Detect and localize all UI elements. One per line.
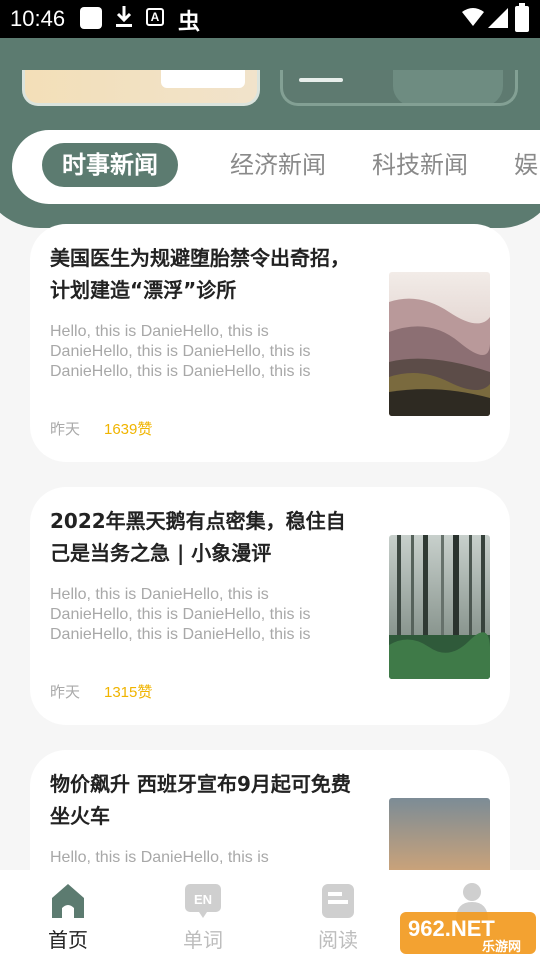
bug-icon: 虫 [178, 10, 201, 35]
nav-label: 单词 [183, 928, 223, 952]
nav-label: 阅读 [318, 928, 358, 952]
reading-icon [320, 882, 356, 920]
news-card[interactable]: 2022年黑天鹅有点密集，稳住自己是当务之急 | 小象漫评 Hello, thi… [30, 487, 510, 725]
news-date: 昨天 [50, 683, 81, 701]
signal-icon [488, 8, 508, 32]
status-bar: 10:46 A 虫 [0, 0, 540, 38]
news-excerpt: Hello, this is DanieHello, this is Danie… [50, 323, 311, 380]
download-icon [114, 4, 134, 34]
watermark-subtext: 乐游网 [482, 939, 521, 955]
nav-words[interactable]: EN 单词 [153, 870, 253, 960]
news-title: 物价飙升 西班牙宣布9月起可免费坐火车 [50, 772, 351, 828]
site-watermark: 962.NET 乐游网 [400, 910, 536, 956]
news-card[interactable]: 美国医生为规避堕胎禁令出奇招，计划建造“漂浮”诊所 Hello, this is… [30, 224, 510, 462]
news-likes: 1315赞 [104, 684, 153, 701]
tab-current-affairs[interactable]: 时事新闻 [42, 143, 178, 187]
home-icon [50, 882, 86, 920]
status-time: 10:46 [10, 6, 66, 31]
svg-text:EN: EN [194, 892, 212, 907]
en-word-icon: EN [185, 882, 221, 920]
watermark-text: 962.NET [408, 916, 495, 941]
notification-square-icon [80, 7, 102, 29]
news-thumbnail[interactable] [389, 535, 490, 679]
promo-banner-right[interactable] [280, 70, 518, 106]
nav-label: 首页 [48, 928, 88, 952]
wifi-icon [462, 7, 484, 31]
news-thumbnail[interactable] [389, 272, 490, 416]
promo-banner-left[interactable] [22, 70, 260, 106]
tab-entertainment[interactable]: 娱 [514, 143, 538, 187]
text-a-icon: A [146, 8, 164, 26]
battery-icon [515, 3, 529, 32]
news-excerpt: Hello, this is DanieHello, this is Danie… [50, 586, 311, 643]
tab-technology[interactable]: 科技新闻 [372, 143, 468, 187]
tab-economy[interactable]: 经济新闻 [230, 143, 326, 187]
news-date: 昨天 [50, 420, 81, 438]
category-tabs: 时事新闻 经济新闻 科技新闻 娱 [12, 130, 540, 204]
nav-reading[interactable]: 阅读 [288, 870, 388, 960]
news-likes: 1639赞 [104, 421, 153, 438]
news-title: 美国医生为规避堕胎禁令出奇招，计划建造“漂浮”诊所 [50, 246, 350, 302]
nav-home[interactable]: 首页 [18, 870, 118, 960]
news-title: 2022年黑天鹅有点密集，稳住自己是当务之急 | 小象漫评 [50, 509, 346, 565]
